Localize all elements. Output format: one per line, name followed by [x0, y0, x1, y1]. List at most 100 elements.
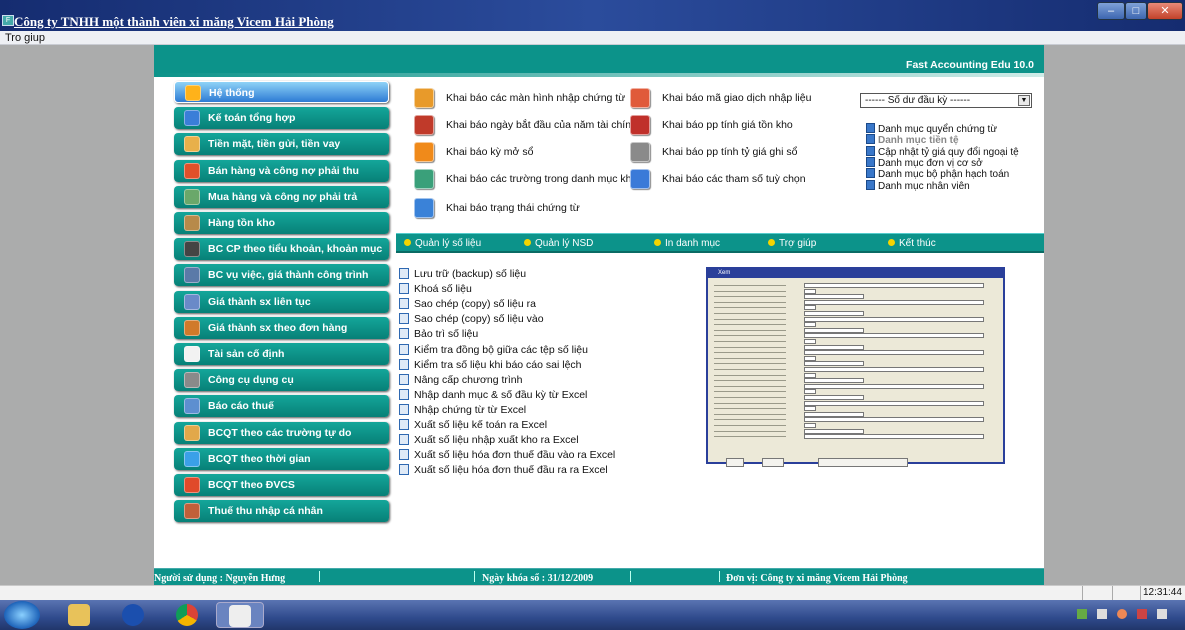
catalog-link[interactable]: Danh mục nhân viên	[866, 179, 970, 192]
nav-button[interactable]: Hệ thống	[174, 81, 389, 103]
tool-link[interactable]: Xuất số liệu nhập xuất kho ra Excel	[399, 434, 579, 446]
nav-button[interactable]: Kế toán tổng hợp	[174, 107, 389, 130]
tool-link[interactable]: Xuất số liệu hóa đơn thuế đầu vào ra Exc…	[399, 449, 615, 461]
option-link[interactable]: Khai báo ngày bắt đầu của năm tài chính	[446, 119, 637, 131]
nav-button[interactable]: Tiền mặt, tiền gửi, tiền vay	[174, 133, 389, 156]
nav-button[interactable]: Giá thành sx liên tục	[174, 290, 389, 313]
form-preview: Xem	[706, 267, 1005, 467]
option-link[interactable]: Khai báo các màn hình nhập chứng từ	[446, 92, 625, 104]
submenu-item[interactable]: Quản lý NSD	[524, 238, 593, 249]
preview-line	[714, 374, 786, 376]
document-icon	[399, 298, 409, 310]
maximize-button[interactable]: □	[1125, 2, 1147, 20]
tool-link[interactable]: Nhập danh mục & số đầu kỳ từ Excel	[399, 388, 587, 401]
tray-icon[interactable]	[1077, 609, 1087, 619]
tool-link[interactable]: Nâng cấp chương trình	[399, 373, 522, 386]
nav-button[interactable]: Tài sản cố định	[174, 343, 389, 365]
tool-link[interactable]: Xuất số liệu hóa đơn thuế đầu ra ra Exce…	[399, 464, 608, 476]
nav-button[interactable]: Công cụ dụng cụ	[174, 369, 389, 392]
chevron-down-icon[interactable]: ▼	[1018, 95, 1030, 106]
option-link[interactable]: Khai báo các trường trong danh mục khi t…	[446, 173, 642, 185]
preview-line	[714, 329, 786, 331]
submenu-label: Kết thúc	[899, 238, 936, 249]
status-separator	[474, 571, 475, 582]
minimize-button[interactable]: –	[1097, 2, 1125, 20]
nav-button[interactable]: BCQT theo thời gian	[174, 447, 389, 470]
submenu-item[interactable]: Quản lý số liệu	[404, 238, 481, 249]
nav-button[interactable]: BCQT theo ĐVCS	[174, 474, 389, 496]
submenu-item[interactable]: Kết thúc	[888, 238, 936, 249]
document-icon	[866, 123, 875, 133]
submenu-item[interactable]: In danh mục	[654, 238, 720, 249]
option-link[interactable]: Khai báo pp tính tỷ giá ghi sổ	[662, 146, 797, 158]
catalog-link[interactable]: Cập nhật tỷ giá quy đổi ngoại tệ	[866, 145, 1019, 158]
windows-icon[interactable]	[414, 198, 434, 218]
nav-button[interactable]: BC vụ việc, giá thành công trình	[174, 264, 389, 287]
product-title: Fast Accounting Edu 10.0	[906, 59, 1034, 71]
tray-icon[interactable]	[1097, 609, 1107, 619]
panel-statusbar: Người sử dụng : Nguyễn Hưng Ngày khóa sổ…	[154, 568, 1044, 585]
tool-link[interactable]: Sao chép (copy) số liệu vào	[399, 313, 544, 325]
magnifier-icon[interactable]	[414, 169, 434, 189]
preview-field	[804, 372, 816, 378]
calculator-icon[interactable]	[630, 142, 650, 162]
preview-field	[804, 305, 816, 311]
tool-link[interactable]: Lưu trữ (backup) số liệu	[399, 268, 526, 280]
catalog-link[interactable]: Danh mục đơn vị cơ sở	[866, 156, 983, 169]
nav-button[interactable]: Giá thành sx theo đơn hàng	[174, 316, 389, 339]
document-icon	[399, 449, 409, 461]
nav-button[interactable]: Hàng tồn kho	[174, 212, 389, 234]
taskbar-bluetooth[interactable]	[110, 602, 158, 628]
tray-icon[interactable]	[1117, 609, 1127, 619]
gears-icon[interactable]	[630, 169, 650, 189]
tool-link[interactable]: Sao chép (copy) số liệu ra	[399, 298, 536, 310]
submenu-item[interactable]: Trợ giúp	[768, 238, 816, 249]
option-link[interactable]: Khai báo pp tính giá tồn kho	[662, 119, 793, 131]
tool-link[interactable]: Bảo trì số liệu	[399, 328, 478, 340]
network-icon[interactable]	[1157, 609, 1167, 619]
nav-button[interactable]: Thuế thu nhập cá nhân	[174, 500, 389, 523]
taskbar-chrome[interactable]	[164, 602, 212, 628]
taskbar-explorer[interactable]	[56, 602, 104, 628]
option-link[interactable]: Khai báo trạng thái chứng từ	[446, 202, 580, 214]
bullet-icon	[768, 239, 775, 246]
calendar-icon[interactable]	[414, 115, 434, 135]
flag-icon[interactable]	[1137, 609, 1147, 619]
nav-button[interactable]: Bán hàng và công nợ phải thu	[174, 159, 389, 182]
nav-button[interactable]: BC CP theo tiểu khoản, khoản mục	[174, 238, 389, 261]
document-icon	[866, 156, 875, 167]
panel-header: Fast Accounting Edu 10.0	[154, 45, 1044, 73]
opening-balance-select[interactable]: ------ Số dư đầu kỳ ------ ▼	[860, 93, 1032, 108]
bullet-icon	[654, 239, 661, 246]
nav-button[interactable]: Báo cáo thuế	[174, 395, 389, 418]
taskbar-fast-accounting[interactable]	[216, 602, 264, 628]
marker-icon[interactable]	[414, 142, 434, 162]
pencil-icon[interactable]	[414, 88, 434, 108]
catalog-link[interactable]: Danh mục bộ phận hạch toán	[866, 168, 1009, 180]
cart-icon	[184, 188, 200, 205]
document-icon	[399, 358, 409, 370]
preview-field	[804, 428, 864, 434]
nav-button[interactable]: Mua hàng và công nợ phải trả	[174, 185, 389, 208]
status-cell	[1082, 586, 1112, 601]
tool-link[interactable]: Nhập chứng từ từ Excel	[399, 403, 526, 416]
start-button[interactable]	[4, 601, 40, 629]
option-link[interactable]: Khai báo các tham số tuỳ chọn	[662, 173, 806, 185]
tool-link[interactable]: Khoá số liệu	[399, 283, 472, 295]
option-link[interactable]: Khai báo kỳ mở sổ	[446, 146, 533, 158]
preview-field	[804, 383, 984, 389]
box-icon[interactable]	[630, 115, 650, 135]
catalog-link[interactable]: Danh mục quyển chứng từ	[866, 123, 997, 135]
tool-link[interactable]: Kiểm tra đồng bộ giữa các tệp số liệu	[399, 343, 588, 356]
chart-icon	[184, 267, 200, 284]
document-icon	[866, 134, 875, 145]
option-link[interactable]: Khai báo mã giao dịch nhập liệu	[662, 92, 811, 104]
preview-line	[714, 408, 786, 410]
tool-link[interactable]: Kiểm tra số liệu khi báo cáo sai lệch	[399, 358, 582, 371]
catalog-link[interactable]: Danh mục tiền tệ	[866, 134, 959, 146]
nav-button[interactable]: BCQT theo các trường tự do	[174, 421, 389, 444]
tool-link[interactable]: Xuất số liệu kế toán ra Excel	[399, 419, 547, 431]
close-button[interactable]: ✕	[1147, 2, 1183, 20]
menu-help[interactable]: Tro giup	[5, 31, 45, 45]
notepad-icon[interactable]	[630, 88, 650, 108]
